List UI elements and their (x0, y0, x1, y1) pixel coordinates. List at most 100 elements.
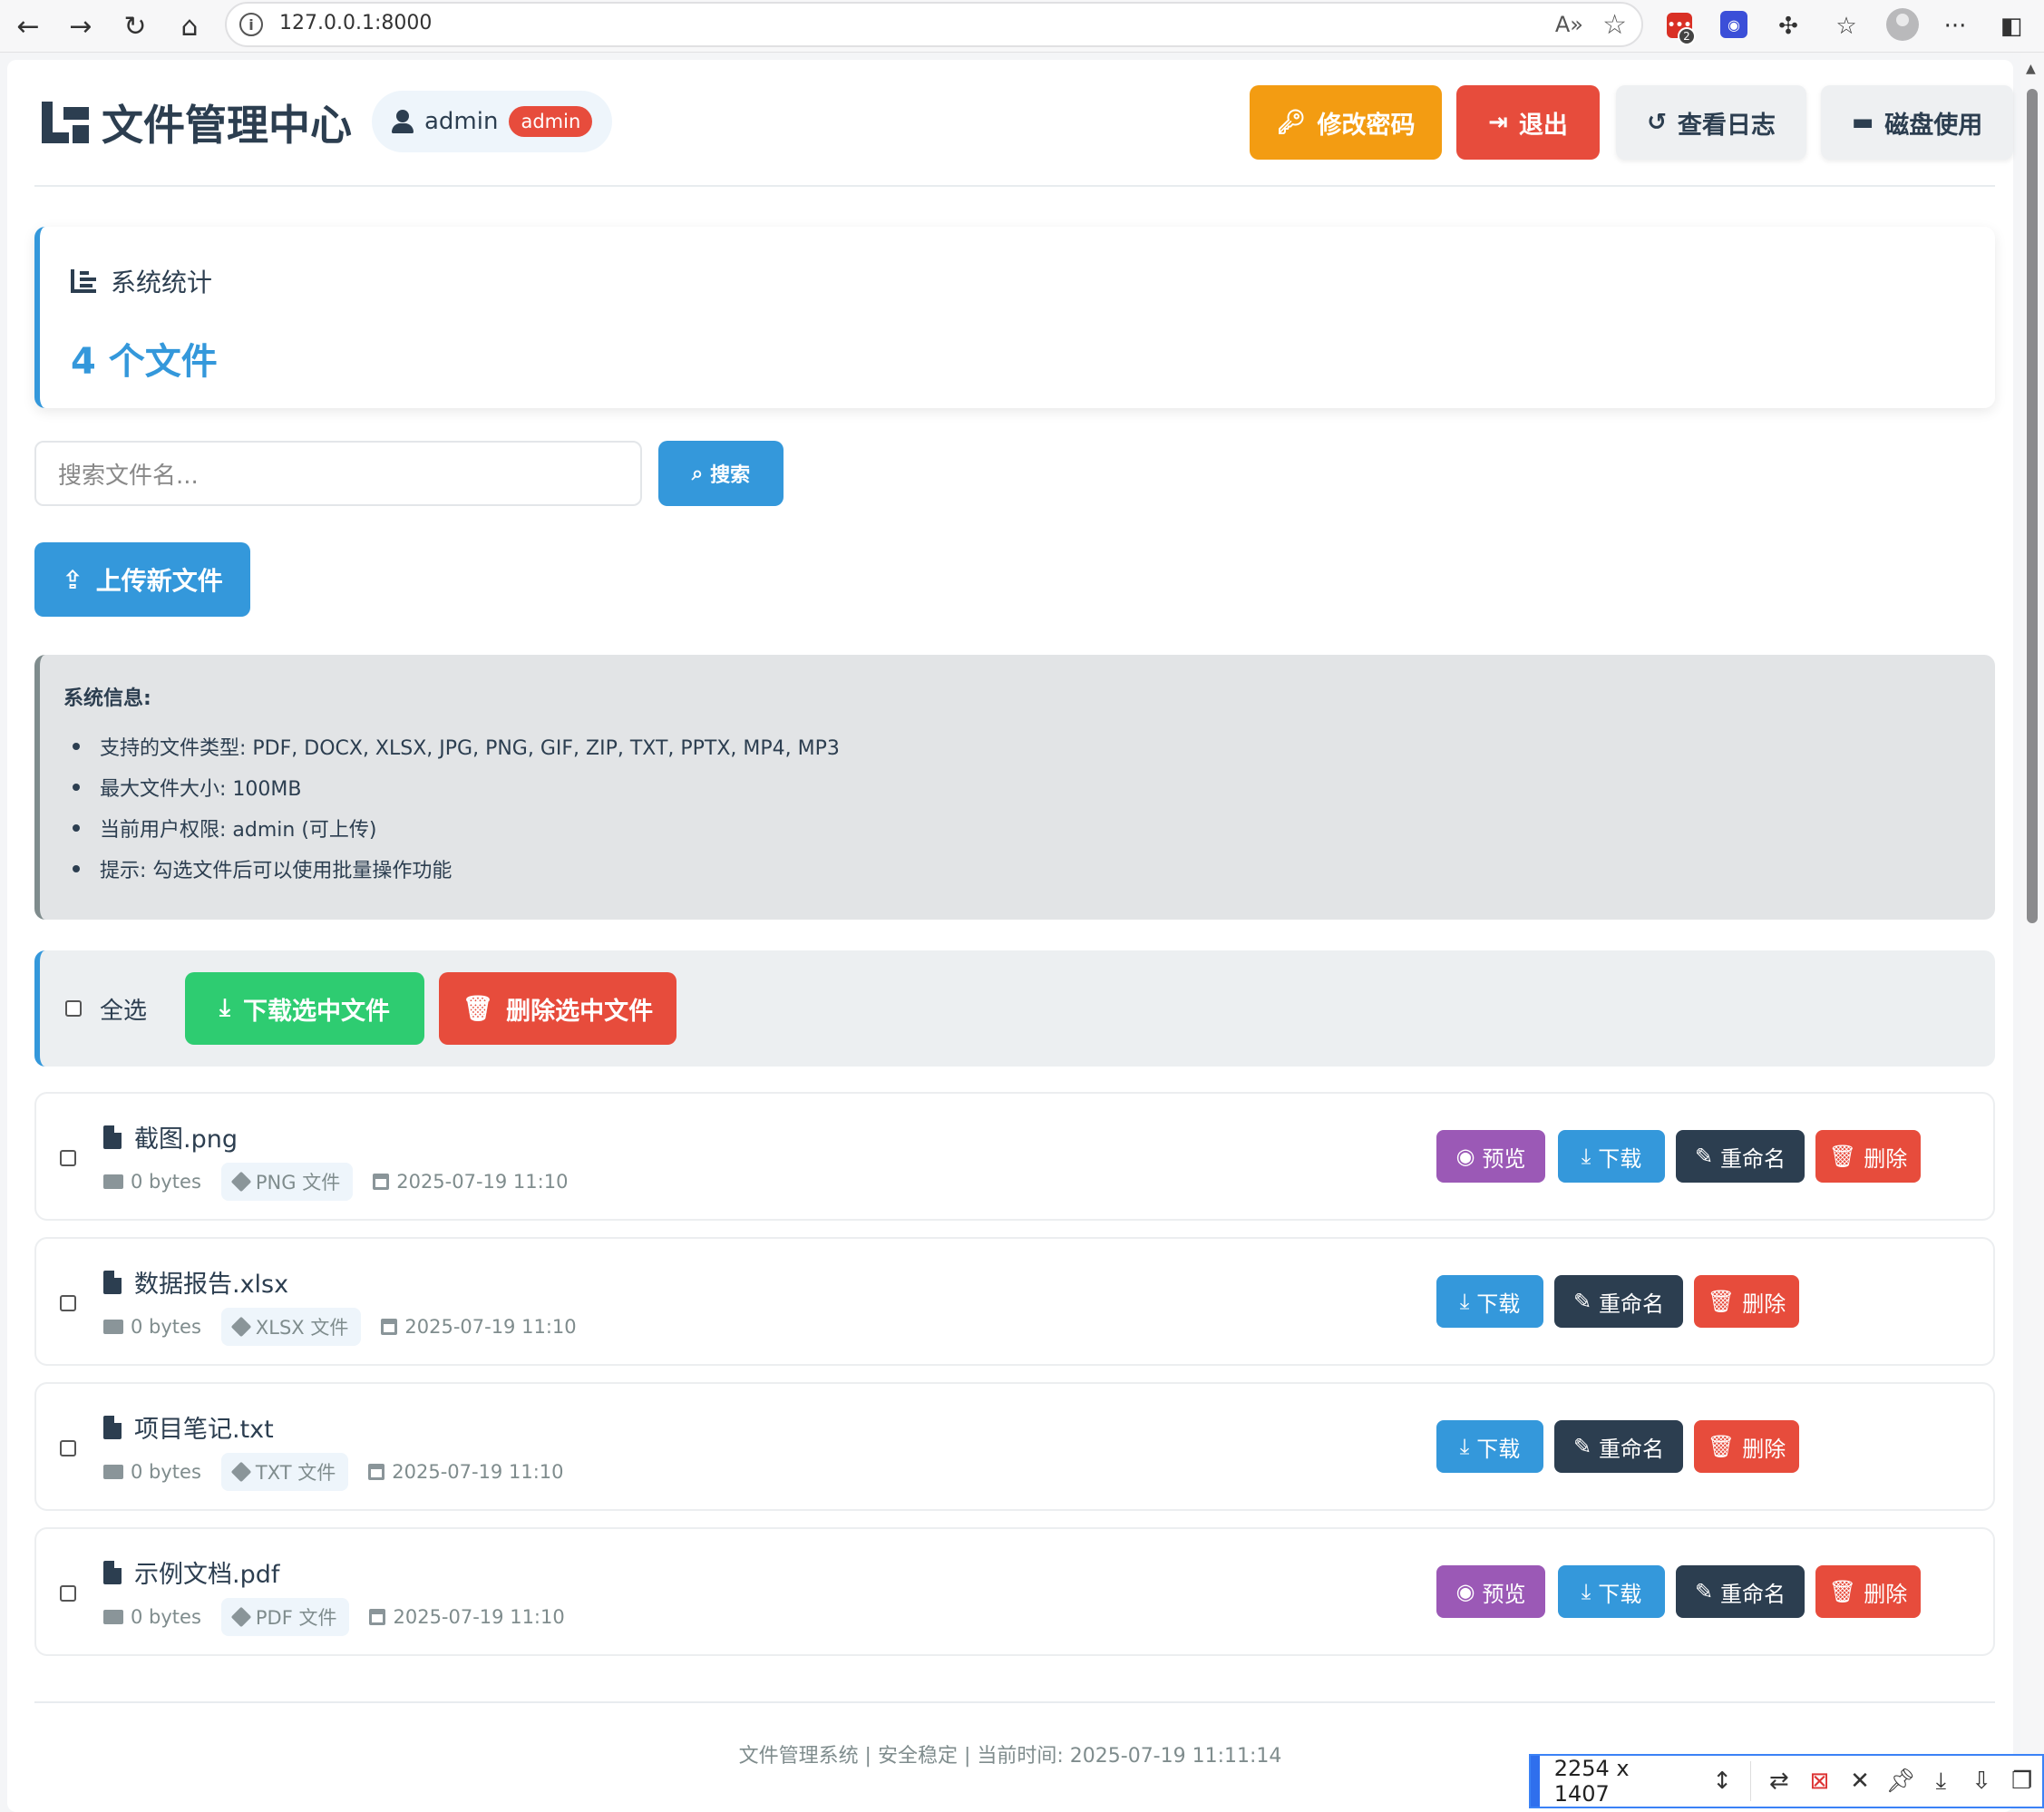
file-type: PNG 文件 (255, 1172, 341, 1193)
page-scrollbar[interactable]: ▲ (2020, 53, 2044, 1812)
scroll-up-icon[interactable]: ▲ (2026, 62, 2036, 76)
sidebar-toggle-icon[interactable]: ◧ (1993, 8, 2029, 44)
select-all-label[interactable]: 全选 (100, 992, 147, 1026)
file-checkbox[interactable] (60, 1150, 76, 1166)
file-text-icon (103, 1415, 122, 1439)
read-aloud-icon[interactable]: A» (1555, 12, 1583, 37)
copy-icon[interactable]: ❐ (2001, 1768, 2042, 1795)
trash-icon: 🗑︎ (462, 995, 494, 1023)
download-selected-label: 下载选中文件 (242, 997, 390, 1026)
address-bar[interactable]: i 127.0.0.1:8000 A» ☆ (225, 2, 1643, 47)
toolbar-separator (1749, 1761, 1752, 1801)
hdd-icon (103, 1610, 123, 1624)
file-meta: 0 bytes PDF 文件 2025-07-19 11:10 (103, 1598, 565, 1636)
download-button[interactable]: ⤓ 下载 (1558, 1565, 1665, 1618)
extension-blue-icon[interactable]: ◉ (1720, 11, 1747, 38)
upload-label: 上传新文件 (95, 566, 223, 596)
favorite-star-icon[interactable]: ☆ (1602, 9, 1627, 41)
scroll-thumb[interactable] (2027, 89, 2038, 923)
search-icon: ⌕ (691, 462, 704, 485)
download-icon: ⤓ (1581, 1144, 1591, 1169)
file-row: 数据报告.xlsx 0 bytes XLSX 文件 2025-07-19 11:… (34, 1237, 1995, 1366)
reload-icon[interactable]: ↻ (114, 5, 156, 47)
swap-icon[interactable]: ⇄ (1758, 1768, 1799, 1795)
close-icon[interactable]: ✕ (1840, 1768, 1881, 1795)
preview-button[interactable]: ◉ 预览 (1436, 1565, 1545, 1618)
pin-icon[interactable]: 📌︎ (1880, 1768, 1921, 1795)
file-checkbox[interactable] (60, 1585, 76, 1602)
rename-button[interactable]: ✎ 重命名 (1554, 1420, 1683, 1473)
file-name: 截图.png (134, 1125, 238, 1154)
header: 文件管理中心 admin admin 🔑︎ 修改密码 ⇥ 退出 ↺ 查看日志 ▬ (34, 60, 2013, 187)
export-icon[interactable]: ⇩ (1961, 1768, 2002, 1795)
delete-selected-button[interactable]: 🗑︎ 删除选中文件 (439, 972, 676, 1045)
download-label: 下载 (1598, 1581, 1642, 1607)
file-excel-icon (103, 1270, 122, 1294)
download-selected-button[interactable]: ⤓ 下载选中文件 (185, 972, 424, 1045)
file-size: 0 bytes (131, 1171, 201, 1193)
select-all-checkbox[interactable] (65, 1000, 82, 1017)
batch-actions-bar: 全选 ⤓ 下载选中文件 🗑︎ 删除选中文件 (34, 950, 1995, 1067)
file-date: 2025-07-19 11:10 (392, 1461, 564, 1483)
save-icon[interactable]: ⤓ (1921, 1768, 1961, 1796)
logout-button[interactable]: ⇥ 退出 (1456, 85, 1600, 160)
file-checkbox[interactable] (60, 1440, 76, 1456)
download-icon: ⤓ (1459, 1289, 1470, 1314)
system-info-box: 系统信息: 支持的文件类型: PDF, DOCX, XLSX, JPG, PNG… (34, 655, 1995, 920)
rename-button[interactable]: ✎ 重命名 (1554, 1275, 1683, 1328)
calendar-icon (368, 1464, 385, 1480)
home-icon[interactable]: ⌂ (169, 5, 210, 47)
main-container: 文件管理中心 admin admin 🔑︎ 修改密码 ⇥ 退出 ↺ 查看日志 ▬ (7, 60, 2013, 1812)
delete-label: 删除 (1864, 1145, 1908, 1172)
brand: 文件管理中心 (42, 93, 352, 152)
rename-button[interactable]: ✎ 重命名 (1676, 1565, 1805, 1618)
cancel-selection-icon[interactable]: ⊠ (1799, 1768, 1840, 1795)
file-name: 示例文档.pdf (134, 1561, 280, 1589)
file-name: 项目笔记.txt (134, 1416, 274, 1444)
preview-label: 预览 (1482, 1145, 1526, 1172)
download-button[interactable]: ⤓ 下载 (1558, 1130, 1665, 1183)
hdd-icon (103, 1174, 123, 1189)
delete-button[interactable]: 🗑︎ 删除 (1815, 1565, 1921, 1618)
url-text[interactable]: 127.0.0.1:8000 (279, 12, 432, 34)
preview-button[interactable]: ◉ 预览 (1436, 1130, 1545, 1183)
trash-icon: 🗑︎ (1828, 1144, 1857, 1169)
logout-label: 退出 (1518, 111, 1568, 140)
trash-icon: 🗑︎ (1828, 1579, 1857, 1604)
change-password-button[interactable]: 🔑︎ 修改密码 (1250, 85, 1442, 160)
toolbar-handle[interactable] (1531, 1756, 1540, 1807)
download-button[interactable]: ⤓ 下载 (1436, 1275, 1543, 1328)
delete-button[interactable]: 🗑︎ 删除 (1694, 1275, 1799, 1328)
favorites-icon[interactable]: ☆ (1828, 8, 1864, 44)
system-info-item: 当前用户权限: admin (可上传) (63, 807, 840, 848)
search-button[interactable]: ⌕ 搜索 (658, 441, 784, 506)
file-meta: 0 bytes PNG 文件 2025-07-19 11:10 (103, 1163, 568, 1201)
footer-divider (34, 1701, 1995, 1703)
download-button[interactable]: ⤓ 下载 (1436, 1420, 1543, 1473)
file-checkbox[interactable] (60, 1295, 76, 1311)
view-logs-button[interactable]: ↺ 查看日志 (1616, 85, 1806, 160)
stats-label: 系统统计 (111, 268, 213, 297)
trash-icon: 🗑︎ (1707, 1289, 1736, 1314)
capture-dimensions: 2254 x 1407 (1553, 1756, 1630, 1807)
disk-usage-button[interactable]: ▬ 磁盘使用 (1821, 85, 2013, 160)
upload-button[interactable]: ⇪ 上传新文件 (34, 542, 250, 617)
rename-label: 重命名 (1720, 1581, 1786, 1607)
delete-button[interactable]: 🗑︎ 删除 (1815, 1130, 1921, 1183)
system-info-list: 支持的文件类型: PDF, DOCX, XLSX, JPG, PNG, GIF,… (63, 726, 840, 889)
delete-label: 删除 (1742, 1436, 1786, 1462)
search-input[interactable]: 搜索文件名... (34, 441, 642, 506)
resize-vertical-icon[interactable]: ↕ (1702, 1768, 1743, 1795)
upload-icon: ⇪ (62, 564, 83, 595)
more-menu-icon[interactable]: ··· (1937, 8, 1973, 44)
file-type: TXT 文件 (255, 1462, 336, 1484)
extensions-puzzle-icon[interactable]: ✣ (1770, 8, 1806, 44)
back-icon[interactable]: ← (7, 5, 49, 47)
file-row: 截图.png 0 bytes PNG 文件 2025-07-19 11:10 ◉… (34, 1092, 1995, 1221)
profile-avatar[interactable] (1886, 8, 1919, 41)
forward-icon[interactable]: → (60, 5, 102, 47)
site-info-icon[interactable]: i (239, 13, 263, 36)
file-row: 项目笔记.txt 0 bytes TXT 文件 2025-07-19 11:10… (34, 1382, 1995, 1511)
rename-button[interactable]: ✎ 重命名 (1676, 1130, 1805, 1183)
delete-button[interactable]: 🗑︎ 删除 (1694, 1420, 1799, 1473)
